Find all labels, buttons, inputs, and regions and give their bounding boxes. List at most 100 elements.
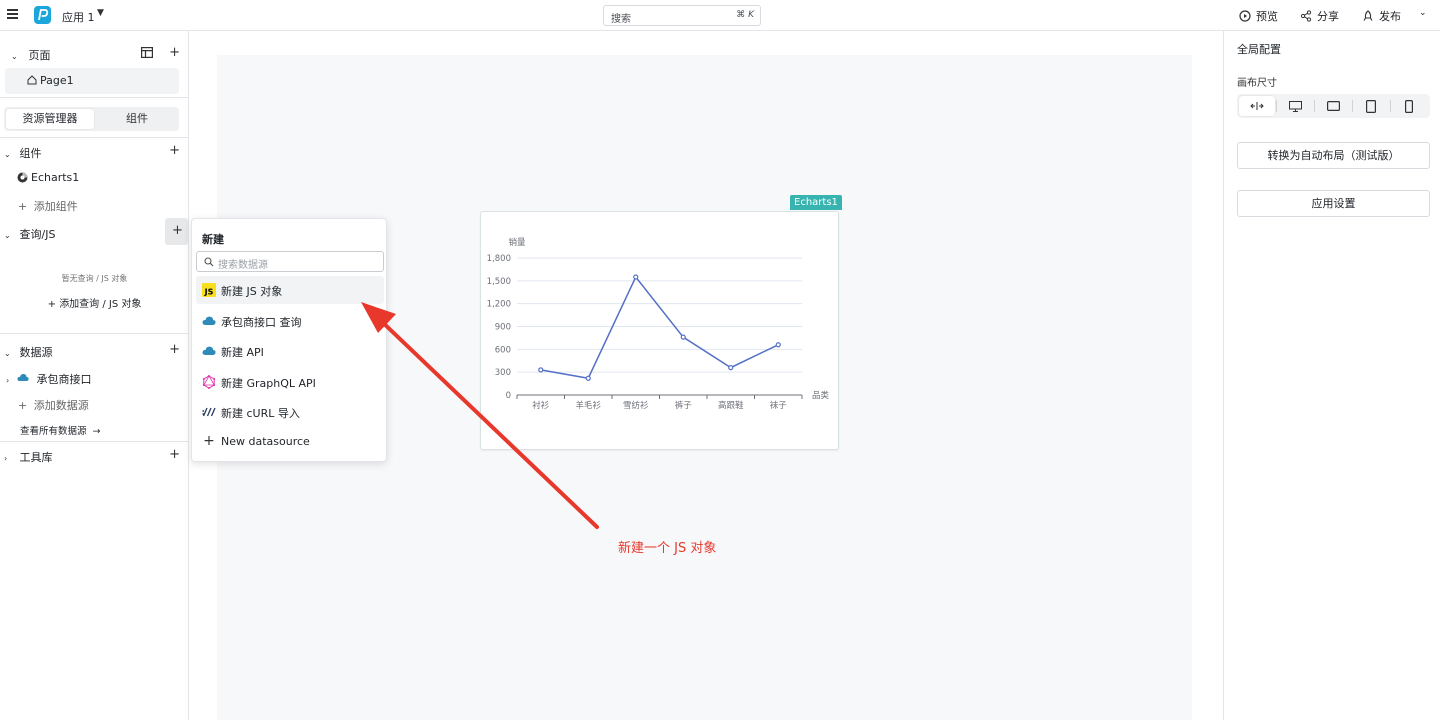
x-tick-label: 衬衫: [532, 400, 550, 411]
x-tick-label: 羊毛衫: [575, 400, 601, 411]
tab-components[interactable]: 组件: [96, 109, 178, 129]
x-tick-label: 裤子: [675, 400, 693, 411]
svg-text:JS: JS: [204, 288, 214, 297]
menu-item-new-datasource[interactable]: + New datasource: [196, 428, 384, 456]
echarts-widget[interactable]: 0 300 600 900 1,200 1,500 1,800 衬衫 羊毛衫 雪纺衫 裤子 高跟鞋 袜子…: [480, 211, 839, 450]
publish-chevron-icon[interactable]: ⌄: [1419, 8, 1427, 18]
query-header-label: 查询/JS: [19, 228, 56, 241]
canvas-size-selector: [1237, 94, 1430, 118]
datasource-item-label: 承包商接口: [36, 373, 92, 386]
search-placeholder: 搜索数据源: [218, 260, 268, 271]
pages-header-label: 页面: [28, 49, 51, 62]
chevron-down-icon[interactable]: ▼: [97, 8, 104, 18]
component-item-echarts1[interactable]: Echarts1: [17, 171, 206, 184]
plus-icon: +: [172, 223, 183, 238]
y-tick-label: 0: [506, 391, 511, 401]
app-settings-button[interactable]: 应用设置: [1237, 190, 1430, 217]
search-input[interactable]: 搜索 ⌘ K: [603, 5, 761, 26]
add-query-label: 添加查询 / JS 对象: [59, 299, 142, 310]
add-datasource-link[interactable]: + 添加数据源: [18, 397, 207, 413]
search-icon: [204, 257, 214, 267]
menu-item-new-js-object[interactable]: JS 新建 JS 对象: [196, 276, 384, 304]
js-icon: JS: [202, 283, 216, 297]
page-item-label: Page1: [40, 74, 74, 87]
menu-item-new-graphql-api[interactable]: 新建 GraphQL API: [196, 368, 384, 396]
datasource-header[interactable]: ⌄ 数据源: [4, 344, 193, 360]
library-header[interactable]: › 工具库: [4, 449, 193, 465]
chevron-right-icon: ›: [6, 376, 10, 385]
publish-button[interactable]: 发布: [1362, 8, 1401, 24]
desktop-icon[interactable]: [1277, 96, 1313, 116]
right-panel: 全局配置 画布尺寸 转换为自动布局（测试版） 应用设置: [1223, 31, 1440, 720]
library-header-label: 工具库: [19, 451, 53, 464]
preview-label: 预览: [1256, 10, 1278, 23]
divider: [0, 137, 189, 138]
publish-label: 发布: [1379, 10, 1401, 23]
share-icon: [1300, 10, 1312, 22]
share-button[interactable]: 分享: [1300, 8, 1339, 24]
datasource-search-input[interactable]: 搜索数据源: [196, 251, 384, 272]
app-logo-icon[interactable]: [34, 6, 51, 24]
tablet-landscape-icon[interactable]: [1315, 96, 1351, 116]
menu-item-new-api[interactable]: 新建 API: [196, 337, 384, 365]
series-line: [540, 275, 779, 380]
top-bar: 应用 1 ▼ 搜索 ⌘ K 预览 分享 发布 ⌄: [0, 0, 1440, 31]
x-tick-label: 雪纺衫: [623, 400, 649, 411]
search-placeholder: 搜索: [611, 14, 631, 25]
chevron-down-icon: ⌄: [4, 231, 11, 240]
cloud-icon: [202, 316, 216, 325]
mobile-icon[interactable]: [1391, 96, 1427, 116]
data-point: [538, 367, 544, 373]
chevron-down-icon: ⌄: [4, 349, 11, 358]
datasource-item[interactable]: › 承包商接口: [6, 371, 195, 387]
data-point: [728, 365, 734, 371]
preview-button[interactable]: 预览: [1239, 8, 1278, 24]
add-query-link[interactable]: + 添加查询 / JS 对象: [0, 295, 189, 310]
components-header[interactable]: ⌄ 组件: [4, 145, 193, 161]
auto-layout-button[interactable]: 转换为自动布局（测试版）: [1237, 142, 1430, 169]
chevron-down-icon: ⌄: [4, 150, 11, 159]
y-axis-label: 销量: [508, 237, 526, 248]
menu-item-contractor-query[interactable]: 承包商接口 查询: [196, 307, 384, 335]
canvas-size-label: 画布尺寸: [1237, 78, 1277, 89]
view-all-datasources-link[interactable]: 查看所有数据源 →: [20, 423, 209, 437]
add-query-button[interactable]: +: [165, 218, 188, 245]
datasource-header-label: 数据源: [19, 346, 53, 359]
rocket-icon: [1363, 10, 1373, 21]
divider: [0, 333, 189, 334]
play-circle-icon: [1239, 10, 1251, 22]
line-chart: 0 300 600 900 1,200 1,500 1,800 衬衫 羊毛衫 雪纺衫 裤子 高跟鞋 袜子…: [487, 237, 830, 411]
add-page-button[interactable]: +: [169, 46, 180, 59]
tablet-portrait-icon[interactable]: [1353, 96, 1389, 116]
tab-explorer[interactable]: 资源管理器: [6, 109, 94, 129]
add-component-plus[interactable]: +: [169, 144, 180, 157]
add-library-plus[interactable]: +: [169, 448, 180, 461]
add-datasource-plus[interactable]: +: [169, 343, 180, 356]
menu-icon[interactable]: [7, 9, 18, 19]
popup-title: 新建: [202, 233, 224, 246]
view-all-datasources-label: 查看所有数据源: [20, 426, 87, 437]
chevron-right-icon: ›: [4, 454, 8, 463]
divider: [0, 441, 189, 442]
y-tick-label: 600: [495, 345, 511, 355]
menu-item-new-curl-import[interactable]: 新建 cURL 导入: [196, 398, 384, 426]
menu-item-label: 新建 API: [221, 346, 264, 359]
panel-title: 全局配置: [1237, 43, 1281, 56]
page-item-page1[interactable]: Page1: [5, 68, 179, 94]
y-tick-label: 1,800: [487, 254, 511, 264]
data-point: [585, 375, 591, 381]
fluid-icon[interactable]: [1239, 96, 1275, 116]
echarts-icon: [17, 172, 28, 183]
layout-icon[interactable]: [141, 47, 153, 58]
add-component-link[interactable]: + 添加组件: [18, 198, 207, 214]
chevron-down-icon: ⌄: [11, 52, 18, 61]
data-point: [775, 342, 781, 348]
data-point: [633, 274, 639, 280]
plus-icon: +: [18, 399, 28, 412]
components-header-label: 组件: [19, 147, 42, 160]
plus-icon: +: [18, 200, 28, 213]
curl-icon: [202, 407, 216, 417]
menu-item-label: 新建 cURL 导入: [221, 407, 300, 420]
widget-name-tag[interactable]: Echarts1: [790, 195, 842, 210]
app-name[interactable]: 应用 1: [62, 9, 95, 25]
